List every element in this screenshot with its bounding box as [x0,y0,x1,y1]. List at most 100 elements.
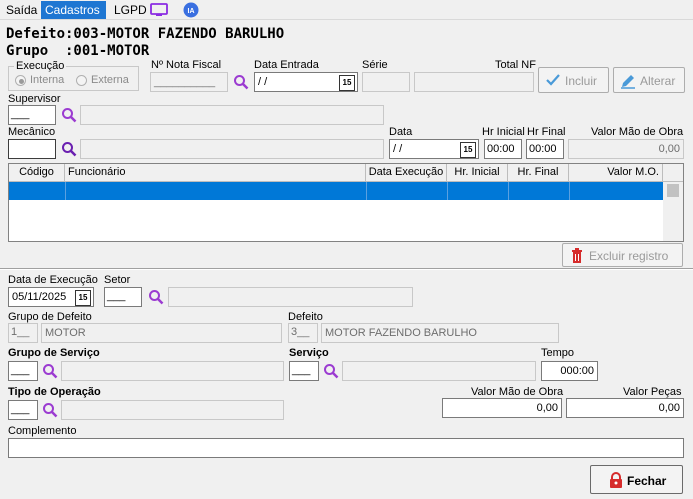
tab-cadastros[interactable]: Cadastros [41,1,106,19]
ia-icon[interactable]: IA [183,2,199,18]
valor-pecas-input[interactable]: 0,00 [566,398,684,418]
defeito-header: Defeito:003-MOTOR FAZENDO BARULHO [6,26,285,42]
serie-label: Série [362,59,388,71]
data-execucao-input[interactable]: 05/11/2025 15 [8,287,94,307]
col-hr-inicial[interactable]: Hr. Inicial [447,164,508,182]
setor-code-input[interactable]: ___ [104,287,142,307]
calendar-icon-2[interactable]: 15 [460,142,476,158]
trash-icon [572,248,582,263]
defeito-label: Defeito [288,311,323,323]
supervisor-code-input[interactable]: ___ [8,105,56,125]
col-codigo[interactable]: Código [9,164,65,182]
tempo-label: Tempo [541,347,575,359]
complemento-input[interactable] [8,438,684,458]
hr-inicial-input[interactable]: 00:00 [484,139,522,159]
tipo-operacao-search-icon[interactable] [42,402,58,418]
calendar-icon-3[interactable]: 15 [75,290,91,306]
grid-scrollbar[interactable] [663,182,683,241]
radio-externa-label: Externa [91,74,129,86]
data-entrada-value: / / [258,76,268,88]
menu-bar: Saída Cadastros LGPD IA [0,0,693,20]
col-valor-mo[interactable]: Valor M.O. [569,164,663,182]
hr-final-label: Hr Final [527,126,566,138]
col-data-execucao[interactable]: Data Execução [366,164,447,182]
supervisor-search-icon[interactable] [61,107,77,123]
hr-inicial-label: Hr Inicial [482,126,525,138]
incluir-button[interactable]: Incluir [538,67,609,93]
total-nf-label: Total NF [495,59,536,71]
grupo-defeito-label: Grupo de Defeito [8,311,92,323]
lock-icon [610,472,622,488]
hr-final-input[interactable]: 00:00 [526,139,564,159]
alterar-button[interactable]: Alterar [613,67,685,93]
data-execucao-label: Data de Execução [8,274,98,286]
table-row-selected[interactable] [9,182,663,200]
mecanico-name-input [80,139,384,159]
data-value: / / [393,143,403,155]
grupo-defeito-code: 1__ [8,323,38,343]
tipo-operacao-code-input[interactable]: ___ [8,400,38,420]
incluir-label: Incluir [565,74,598,88]
tipo-operacao-label: Tipo de Operação [8,386,101,398]
tipo-operacao-name [61,400,284,420]
servico-name [342,361,536,381]
monitor-icon[interactable] [150,3,168,17]
radio-interna-label: Interna [30,74,65,86]
servico-label: Serviço [289,347,329,359]
execucao-label: Execução [14,60,67,72]
nota-fiscal-label: Nº Nota Fiscal [151,59,222,71]
servico-code-input[interactable]: ___ [289,361,319,381]
data-label: Data [389,126,413,138]
separator [0,268,693,270]
data-execucao-value: 05/11/2025 [12,291,67,303]
setor-search-icon[interactable] [148,289,164,305]
radio-externa[interactable] [76,75,87,86]
valor-mao-obra-top-label: Valor Mão de Obra [591,126,684,138]
grupo-servico-name [61,361,284,381]
excluir-registro-label: Excluir registro [589,249,669,263]
grupo-header: Grupo :001-MOTOR [6,43,150,59]
defeito-name: MOTOR FAZENDO BARULHO [321,323,559,343]
calendar-icon[interactable]: 15 [339,75,355,91]
col-hr-final[interactable]: Hr. Final [508,164,569,182]
grupo-servico-code-input[interactable]: ___ [8,361,38,381]
valor-mao-obra-label: Valor Mão de Obra [471,386,564,398]
fechar-label: Fechar [627,474,667,488]
grupo-defeito-name: MOTOR [41,323,282,343]
tab-lgpd[interactable]: LGPD [110,1,151,19]
serie-input[interactable] [362,72,410,92]
excluir-registro-button[interactable]: Excluir registro [562,243,683,267]
fechar-button[interactable]: Fechar [590,465,683,494]
supervisor-label: Supervisor [8,93,61,105]
tab-saida[interactable]: Saída [2,1,41,19]
setor-label: Setor [104,274,131,286]
grupo-servico-search-icon[interactable] [42,363,58,379]
data-entrada-label: Data Entrada [254,59,319,71]
data-input[interactable]: / / 15 [389,139,479,159]
pencil-icon [621,75,635,89]
setor-name-input [168,287,413,307]
col-filler [663,164,683,182]
tempo-input[interactable]: 000:00 [541,361,598,381]
mecanico-label: Mecânico [8,126,56,138]
mecanico-search-icon[interactable] [61,141,77,157]
check-icon [546,74,560,86]
alterar-label: Alterar [640,74,676,88]
mecanicos-grid[interactable]: Código Funcionário Data Execução Hr. Ini… [8,163,684,242]
radio-interna[interactable] [15,75,26,86]
valor-pecas-label: Valor Peças [623,386,682,398]
valor-mao-obra-input[interactable]: 0,00 [442,398,562,418]
nota-fiscal-search-icon[interactable] [233,74,249,90]
supervisor-name-input [80,105,384,125]
defeito-code: 3__ [288,323,318,343]
servico-search-icon[interactable] [323,363,339,379]
mecanico-code-input[interactable] [8,139,56,159]
svg-text:IA: IA [188,8,195,15]
data-entrada-input[interactable]: / / 15 [254,72,358,92]
nota-fiscal-input[interactable]: __________ [150,72,228,92]
col-funcionario[interactable]: Funcionário [65,164,366,182]
valor-mao-obra-top-input: 0,00 [568,139,684,159]
total-nf-input[interactable] [414,72,534,92]
grupo-servico-label: Grupo de Serviço [8,347,100,359]
complemento-label: Complemento [8,425,77,437]
